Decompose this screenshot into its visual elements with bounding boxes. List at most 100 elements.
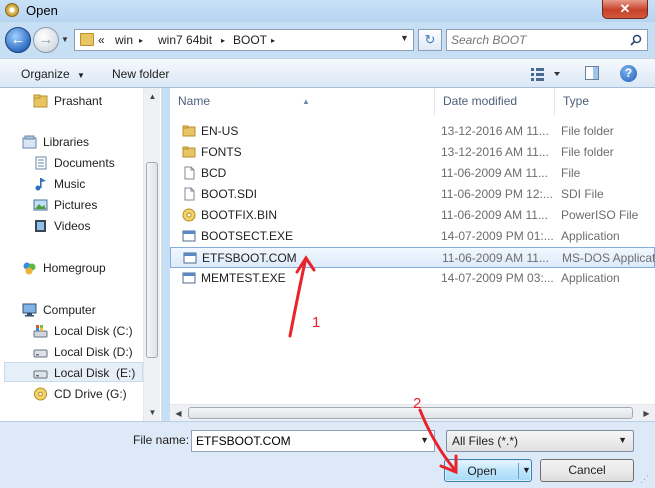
file-row[interactable]: ETFSBOOT.COM 11-06-2009 AM 11... MS-DOS Ap… — [170, 247, 655, 268]
organize-menu[interactable]: Organize ▼ — [21, 67, 85, 81]
nav-pane-scrollbar[interactable]: ▲ ▼ — [143, 88, 160, 421]
type-cell: MS-DOS Applicat — [562, 251, 655, 265]
date-modified-cell: 11-06-2009 AM 11... — [441, 166, 548, 180]
chevron-down-icon: ▼ — [618, 435, 627, 445]
folder-icon — [182, 125, 196, 137]
pictures-icon — [33, 199, 48, 211]
split-divider — [518, 463, 519, 479]
open-options-chevron-down-icon[interactable]: ▼ — [522, 465, 531, 475]
column-header-date-modified[interactable]: Date modified — [435, 88, 555, 115]
address-dropdown-chevron-down-icon[interactable]: ▼ — [400, 33, 409, 43]
file-name-label: File name: — [133, 433, 190, 447]
new-folder-button[interactable]: New folder — [112, 67, 169, 81]
libraries-icon — [22, 135, 37, 149]
refresh-button[interactable]: ↻ — [418, 29, 442, 51]
scroll-up-arrow-icon[interactable]: ▲ — [144, 88, 161, 105]
system-drive-icon — [33, 325, 48, 338]
date-modified-cell: 11-06-2009 PM 12:... — [441, 187, 553, 201]
breadcrumb-separator[interactable]: ▸ — [221, 36, 225, 45]
breadcrumb-segment-win7-64bit[interactable]: win7 64bit — [158, 33, 212, 47]
file-row[interactable]: BOOT.SDI 11-06-2009 PM 12:... SDI File — [170, 184, 655, 205]
file-row[interactable]: BOOTFIX.BIN 11-06-2009 AM 11... PowerISO F… — [170, 205, 655, 226]
poweriso-icon — [182, 208, 196, 222]
address-bar[interactable]: « win ▸ win7 64bit ▸ BOOT ▸ ▼ — [74, 29, 414, 51]
search-input[interactable] — [451, 32, 621, 48]
column-header-label: Name — [178, 94, 211, 108]
application-icon — [182, 230, 196, 242]
file-row[interactable]: BCD 11-06-2009 AM 11... File — [170, 163, 655, 184]
date-modified-cell: 14-07-2009 PM 03:... — [441, 271, 553, 285]
file-name-cell: ETFSBOOT.COM — [202, 251, 297, 265]
videos-icon — [35, 220, 46, 232]
app-icon — [5, 3, 19, 17]
navigation-bar: ← → ▼ « win ▸ win7 64bit ▸ BOOT ▸ ▼ ↻ — [0, 22, 655, 58]
chevron-down-icon[interactable]: ▼ — [420, 435, 429, 445]
application-icon — [182, 272, 196, 284]
file-name-combobox[interactable]: ▼ — [191, 430, 435, 452]
column-header-name[interactable]: Name ▲ — [170, 88, 435, 115]
resize-grip-icon[interactable]: ⋰ — [640, 474, 652, 486]
scrollbar-thumb[interactable] — [188, 407, 633, 419]
command-toolbar: Organize ▼ New folder ? — [0, 58, 655, 88]
column-header-type[interactable]: Type — [555, 88, 655, 115]
documents-icon — [35, 156, 47, 170]
nav-item-label: Computer — [43, 303, 96, 317]
msdos-app-icon — [183, 252, 197, 264]
file-row[interactable]: MEMTEST.EXE 14-07-2009 PM 03:... Applicati… — [170, 268, 655, 289]
file-name-cell: BCD — [201, 166, 227, 180]
nav-item-label: Homegroup — [43, 261, 106, 275]
scroll-left-arrow-icon[interactable]: ◀ — [170, 405, 187, 422]
file-name-input[interactable] — [196, 433, 411, 449]
type-cell: PowerISO File — [561, 208, 639, 222]
type-cell: File folder — [561, 145, 614, 159]
help-icon[interactable]: ? — [620, 65, 637, 82]
close-button[interactable]: ✕ — [602, 0, 648, 19]
file-type-select[interactable]: All Files (*.*) ▼ — [446, 430, 634, 452]
music-icon — [35, 178, 46, 191]
recent-locations-chevron-down-icon[interactable]: ▼ — [61, 35, 71, 45]
file-row[interactable]: BOOTSECT.EXE 14-07-2009 PM 01:... Applicat… — [170, 226, 655, 247]
back-button[interactable]: ← — [5, 27, 31, 53]
breadcrumb-separator[interactable]: ▸ — [139, 36, 143, 45]
folder-icon — [182, 146, 196, 158]
nav-item-label: Pictures — [54, 198, 98, 212]
breadcrumb-segment-win[interactable]: win — [115, 33, 133, 47]
user-folder-icon — [33, 94, 48, 108]
change-view-icon[interactable] — [530, 66, 564, 82]
title-bar: Open ✕ — [0, 0, 655, 22]
date-modified-cell: 11-06-2009 AM 11... — [441, 208, 548, 222]
dialog-footer: File name: ▼ All Files (*.*) ▼ Open ▼ Ca… — [0, 421, 655, 488]
nav-item-label: Documents — [54, 156, 115, 170]
preview-pane-icon[interactable] — [585, 66, 599, 80]
search-icon[interactable] — [630, 34, 642, 46]
file-row[interactable]: EN-US 13-12-2016 AM 11... File folder — [170, 121, 655, 142]
scroll-right-arrow-icon[interactable]: ▶ — [638, 405, 655, 422]
nav-item-label: Libraries — [43, 135, 90, 149]
breadcrumb-overflow-chevron[interactable]: « — [98, 33, 105, 47]
scrollbar-thumb[interactable] — [146, 162, 158, 358]
type-cell: Application — [561, 229, 620, 243]
file-icon — [184, 187, 195, 201]
file-list-pane: Name ▲ Date modified Type EN-US 13-12-201… — [170, 88, 655, 421]
scroll-down-arrow-icon[interactable]: ▼ — [144, 404, 161, 421]
search-box[interactable] — [446, 29, 648, 51]
annotation-step-1: 1 — [312, 314, 321, 331]
breadcrumb-segment-boot[interactable]: BOOT — [233, 33, 267, 47]
forward-button[interactable]: → — [33, 27, 59, 53]
date-modified-cell: 14-07-2009 PM 01:... — [441, 229, 553, 243]
type-cell: SDI File — [561, 187, 604, 201]
nav-item-label: Prashant — [54, 94, 103, 108]
file-type-value: All Files (*.*) — [452, 434, 519, 448]
file-row[interactable]: FONTS 13-12-2016 AM 11... File folder — [170, 142, 655, 163]
file-icon — [184, 166, 195, 180]
breadcrumb-separator[interactable]: ▸ — [271, 36, 275, 45]
nav-item-label: Local Disk (E:) — [54, 366, 136, 380]
organize-label: Organize — [21, 67, 70, 81]
open-split-button[interactable]: Open ▼ — [444, 459, 532, 482]
chevron-down-icon: ▼ — [77, 71, 85, 80]
file-name-cell: MEMTEST.EXE — [201, 271, 286, 285]
window-title: Open — [26, 3, 58, 18]
open-button[interactable]: Open — [445, 464, 519, 478]
file-name-cell: FONTS — [201, 145, 242, 159]
cancel-button[interactable]: Cancel — [540, 459, 634, 482]
